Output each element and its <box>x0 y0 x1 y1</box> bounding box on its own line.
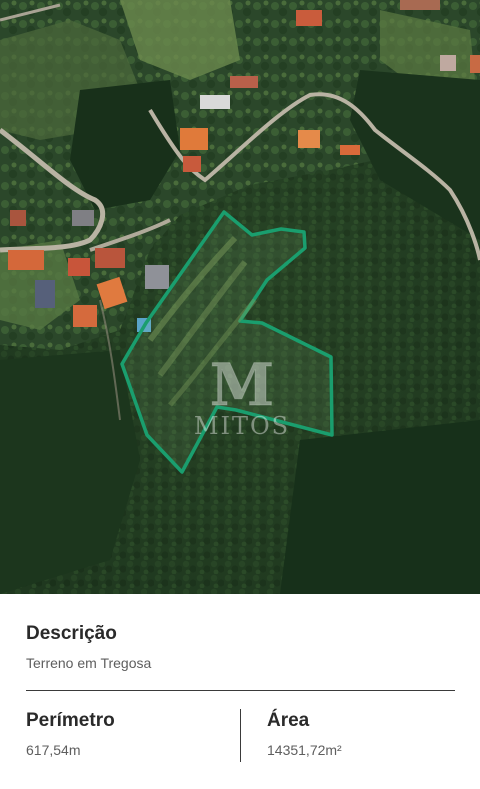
description-value: Terreno em Tregosa <box>26 655 152 671</box>
area-heading: Área <box>267 710 310 731</box>
perimeter-value: 617,54m <box>26 742 81 758</box>
satellite-map[interactable]: M MITOS <box>0 0 480 594</box>
satellite-imagery: M MITOS <box>0 0 480 594</box>
area-value: 14351,72m² <box>267 742 342 758</box>
watermark-monogram: M <box>210 351 274 419</box>
perimeter-heading: Perímetro <box>26 710 115 731</box>
description-heading: Descrição <box>26 623 117 644</box>
column-divider <box>240 709 241 762</box>
section-divider <box>26 690 455 691</box>
watermark-text: MITOS <box>194 412 290 440</box>
